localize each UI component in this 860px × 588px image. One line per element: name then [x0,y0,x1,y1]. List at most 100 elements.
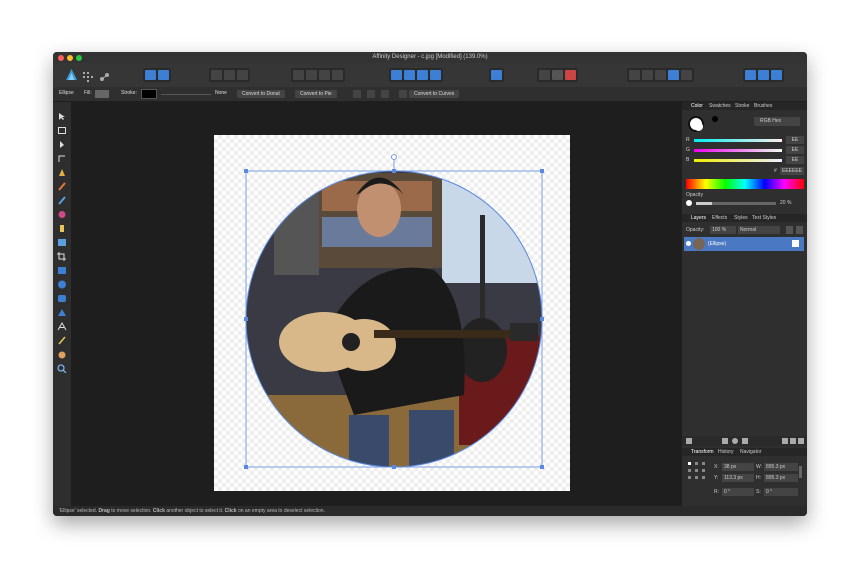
rotation-field[interactable]: 0 ° [722,488,754,496]
fill-tool-icon[interactable] [57,206,67,218]
view-mode-icon[interactable] [552,70,563,80]
convert-to-pie-button[interactable]: Convert to Pie [295,90,337,98]
tab-brushes[interactable]: Brushes [754,102,772,110]
boolean-divide-icon[interactable] [681,70,692,80]
zoom-tool-icon[interactable] [57,360,67,374]
color-mode-icon[interactable] [565,70,576,80]
assistant-icon[interactable] [158,70,169,80]
flip-horizontal-icon[interactable] [391,70,402,80]
help-icon[interactable] [758,70,769,80]
move-tool-icon[interactable] [57,108,67,120]
share-icon[interactable] [145,70,156,80]
tab-history[interactable]: History [718,448,734,456]
blend-mode-select[interactable]: Normal [738,226,780,234]
node-tool-icon[interactable] [57,136,67,148]
tab-color[interactable]: Color [691,102,703,110]
duplicate-layer-icon[interactable] [790,438,796,444]
align-icon[interactable] [491,70,502,80]
grid-icon[interactable] [539,70,550,80]
rotate-right-icon[interactable] [430,70,441,80]
adjustment-icon[interactable] [732,438,738,444]
triangle-tool-icon[interactable] [57,304,67,316]
tab-stroke[interactable]: Stroke [735,102,749,110]
boolean-subtract-icon[interactable] [642,70,653,80]
vector-brush-tool-icon[interactable] [57,192,67,205]
convert-to-curves-button[interactable]: Convert to Curves [409,90,460,98]
corner-tool-icon[interactable] [57,150,67,162]
tab-styles[interactable]: Styles [734,214,748,222]
tab-text-styles[interactable]: Text Styles [752,214,776,222]
opacity-eyedropper-icon[interactable] [686,200,692,206]
fill-swatch[interactable] [95,90,109,98]
h-field[interactable]: 895.3 px [764,474,798,482]
delete-layer-icon[interactable] [798,438,804,444]
blue-value-field[interactable]: EE [786,156,804,164]
red-slider[interactable] [694,139,782,142]
green-slider[interactable] [694,149,782,152]
boolean-add-icon[interactable] [629,70,640,80]
y-field[interactable]: 113.3 px [722,474,754,482]
layer-visibility-icon[interactable] [686,241,691,246]
snap-bounds-icon[interactable] [211,70,222,80]
settings-icon[interactable] [771,70,782,80]
pencil-tool-icon[interactable] [57,178,67,191]
hand-tool-icon[interactable] [57,346,67,359]
opacity-slider[interactable] [696,202,776,205]
tab-transform[interactable]: Transform [691,448,714,456]
minimize-window-icon[interactable] [67,55,73,61]
transparency-tool-icon[interactable] [57,220,67,232]
text-tool-icon[interactable] [57,318,67,331]
move-front-icon[interactable] [332,70,343,80]
anchor-point-grid[interactable] [688,462,706,480]
layer-checkbox[interactable] [792,240,799,247]
rotate-left-icon[interactable] [417,70,428,80]
close-window-icon[interactable] [58,55,64,61]
layer-row[interactable]: (Ellipse) [684,237,804,251]
fx-icon[interactable] [742,438,748,444]
move-back-icon[interactable] [293,70,304,80]
move-backward-icon[interactable] [306,70,317,80]
pen-tool-icon[interactable] [57,164,67,176]
crop-tool-icon[interactable] [57,248,67,261]
canvas-area[interactable] [72,102,681,506]
artboard-tool-icon[interactable] [57,122,67,134]
lock-icon[interactable] [796,226,803,234]
snap-center-icon[interactable] [224,70,235,80]
swap-colors-icon[interactable] [712,116,718,122]
snap-grid-icon[interactable] [237,70,248,80]
layer-settings-icon[interactable] [786,226,793,234]
stroke-swatch[interactable] [141,89,157,99]
red-value-field[interactable]: EE [786,136,804,144]
pixel-persona-icon[interactable] [83,69,93,82]
hex-field[interactable]: EEEEEE [780,167,804,175]
document-page[interactable] [214,135,570,491]
boolean-intersect-icon[interactable] [655,70,666,80]
tab-navigator[interactable]: Navigator [740,448,761,456]
layer-stack-icon[interactable] [686,438,692,444]
ellipse-tool-icon[interactable] [57,276,67,289]
shear-field[interactable]: 0 ° [764,488,798,496]
color-picker-tool-icon[interactable] [57,332,67,345]
move-forward-icon[interactable] [319,70,330,80]
blue-slider[interactable] [694,159,782,162]
stroke-color-well[interactable] [694,122,703,131]
stroke-width-slider[interactable] [161,94,211,95]
chat-icon[interactable] [745,70,756,80]
place-image-tool-icon[interactable] [57,234,67,246]
flip-vertical-icon[interactable] [404,70,415,80]
color-mode-select[interactable]: RGB Hex [754,117,800,126]
transform-origin-icon[interactable] [367,90,375,98]
zoom-window-icon[interactable] [76,55,82,61]
tab-swatches[interactable]: Swatches [709,102,731,110]
spectrum-picker[interactable] [686,179,804,189]
mask-icon[interactable] [722,438,728,444]
tab-layers[interactable]: Layers [691,214,706,222]
convert-to-donut-button[interactable]: Convert to Donut [237,90,285,98]
aspect-lock-icon[interactable] [799,466,802,478]
ellipse-photo-graphic[interactable] [214,135,570,491]
curves-icon[interactable] [399,90,407,98]
rectangle-tool-icon[interactable] [57,262,67,274]
align-center-icon[interactable] [353,90,361,98]
green-value-field[interactable]: EE [786,146,804,154]
x-field[interactable]: 38 px [722,463,754,471]
